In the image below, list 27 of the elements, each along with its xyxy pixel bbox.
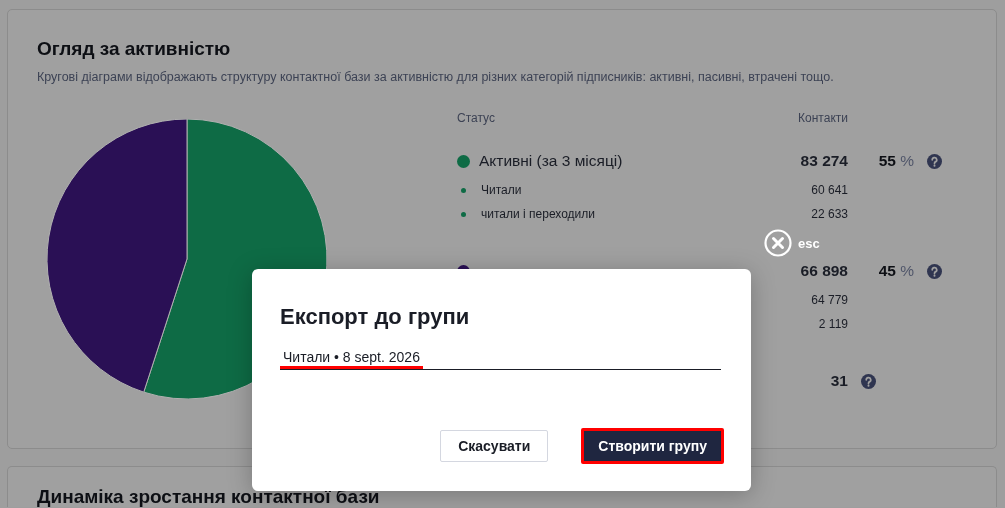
contacts-count: 22 633 — [811, 207, 848, 221]
help-icon[interactable] — [927, 263, 942, 279]
status-label: Активні (за 3 місяці) — [479, 152, 623, 170]
cancel-button[interactable]: Скасувати — [440, 430, 549, 462]
help-icon[interactable] — [927, 153, 942, 169]
create-group-button[interactable]: Створити групу — [581, 428, 724, 464]
substatus-dot — [461, 211, 466, 217]
contacts-count: 66 898 — [800, 262, 848, 279]
contacts-count: 83 274 — [800, 152, 848, 169]
column-header: Контакти — [798, 111, 848, 125]
card-description: Кругові діаграми відображають структуру контактної бази за активністю для різних категорій підписників: активні, пасивні, втрачені тощо. — [37, 69, 835, 85]
contacts-count: 64 779 — [811, 293, 848, 307]
column-header: Статус — [457, 111, 495, 125]
substatus-label: читали і переходили — [481, 207, 595, 221]
substatus-dot — [461, 187, 466, 193]
card-title: Огляд за активністю — [37, 37, 232, 61]
dialog-title: Експорт до групи — [280, 304, 471, 330]
percent-value: 45 % — [878, 262, 914, 279]
help-icon[interactable] — [861, 373, 876, 389]
contacts-count: 2 119 — [818, 317, 848, 331]
percent-value: 55 % — [878, 152, 914, 169]
contacts-count: 31 — [830, 372, 848, 389]
card-title: Динаміка зростання контактної бази — [37, 487, 381, 507]
group-name-field[interactable]: Читали • 8 sept. 2026 — [280, 348, 721, 370]
contacts-count: 60 641 — [811, 183, 848, 197]
substatus-label: Читали — [481, 183, 522, 197]
close-icon — [764, 229, 792, 257]
